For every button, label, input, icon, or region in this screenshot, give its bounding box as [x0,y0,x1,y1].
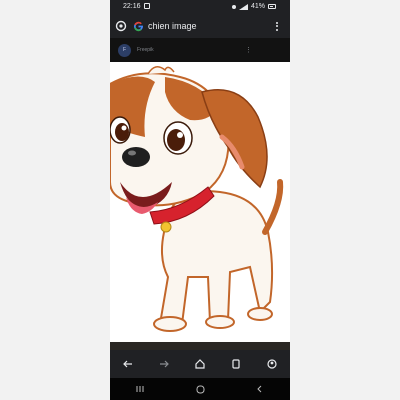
forward-icon[interactable] [156,356,172,372]
status-bar: 22:16 41% [110,0,290,14]
battery-icon [268,4,276,9]
account-icon[interactable] [264,356,280,372]
alarm-icon [231,4,236,9]
photo-notification-icon [144,3,150,9]
tabs-icon[interactable] [228,356,244,372]
source-avatar: F [118,43,131,57]
image-preview[interactable] [110,62,290,344]
recents-icon[interactable] [132,381,148,397]
search-app-bar: chien image [110,14,290,38]
search-query[interactable]: chien image [148,21,272,31]
source-bar[interactable]: F Freepik ⋮ [110,38,290,62]
status-time: 22:16 [123,3,141,10]
dog-illustration [110,66,284,332]
source-more-icon[interactable]: ⋮ [245,46,252,54]
back-icon[interactable] [120,356,136,372]
battery-percent: 41% [250,3,265,10]
phone-screen: 22:16 41% chien image F Freepik ⋮ [110,0,290,400]
lens-icon[interactable] [114,19,128,33]
signal-icon [238,3,248,10]
home-icon[interactable] [192,356,208,372]
more-vertical-icon[interactable] [272,19,282,33]
browser-toolbar [110,350,290,378]
google-logo [134,21,143,31]
home-circle-icon[interactable] [192,381,208,397]
back-chevron-icon[interactable] [252,381,268,397]
system-navigation-bar [110,378,290,400]
source-name[interactable]: Freepik [137,47,245,53]
status-icons: 41% [231,3,276,10]
related-images-strip[interactable] [110,342,290,350]
